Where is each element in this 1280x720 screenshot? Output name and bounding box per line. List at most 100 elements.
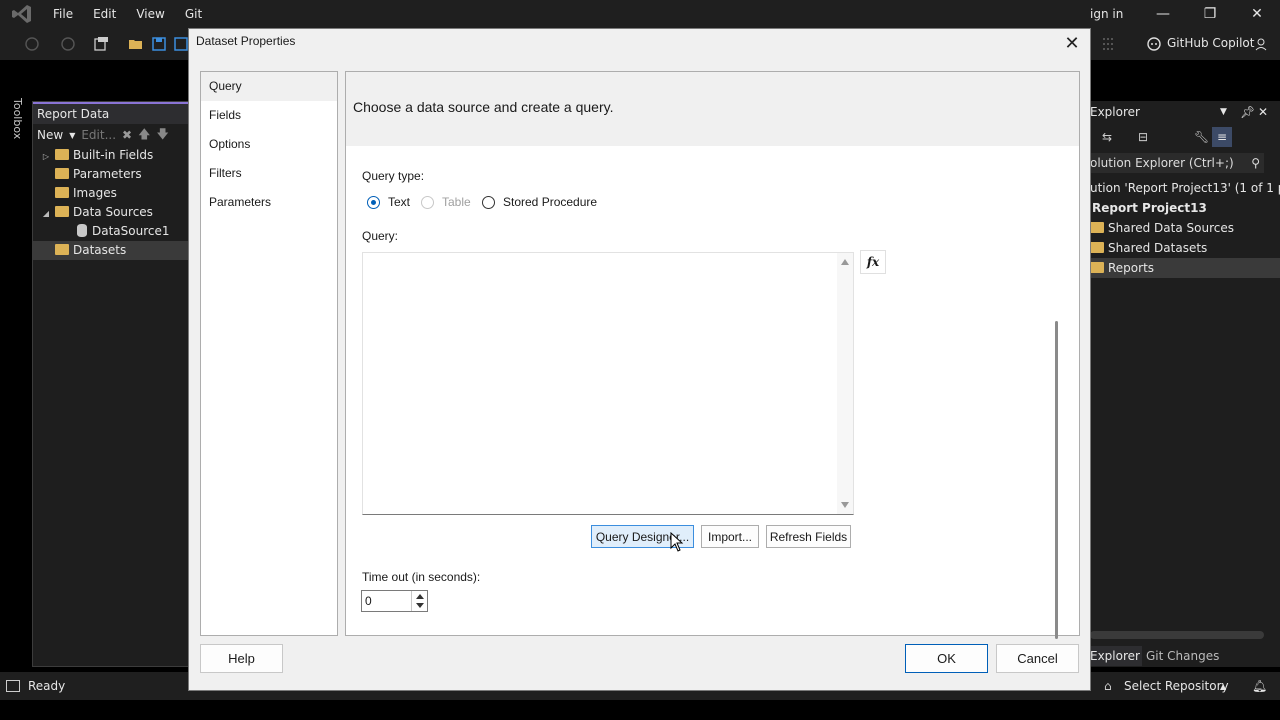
solution-node[interactable]: ution 'Report Project13' (1 of 1 pro xyxy=(1090,178,1280,198)
open-folder-icon[interactable] xyxy=(128,36,144,52)
notifications-icon[interactable]: 🔔︎ xyxy=(1252,679,1267,693)
solution-explorer-panel: Explorer ▼ 📌︎ ✕ ⇆ ⊟ 🔧︎ ≡ olution Explore… xyxy=(1090,101,1280,667)
tree-item[interactable]: Parameters xyxy=(33,165,191,184)
tree-item[interactable]: ▷ Built-in Fields xyxy=(33,146,191,165)
stepper-up-icon[interactable] xyxy=(416,594,424,599)
forward-icon[interactable] xyxy=(60,36,76,52)
save-all-icon[interactable] xyxy=(173,36,189,52)
repository-icon[interactable]: ⌂ xyxy=(1104,679,1112,693)
nav-item-parameters[interactable]: Parameters xyxy=(201,188,337,217)
tree-item[interactable]: DataSource1 xyxy=(33,222,191,241)
solution-search-input[interactable]: olution Explorer (Ctrl+;) ⚲ xyxy=(1090,153,1264,173)
ok-button[interactable]: OK xyxy=(905,644,988,673)
refresh-fields-button[interactable]: Refresh Fields xyxy=(766,525,851,548)
folder-icon xyxy=(55,187,69,198)
minimize-icon[interactable]: — xyxy=(1140,0,1186,28)
menu-edit[interactable]: Edit xyxy=(83,0,126,28)
tree-item-label: Built-in Fields xyxy=(73,148,154,162)
save-icon[interactable] xyxy=(151,36,167,52)
project-node[interactable]: Report Project13 xyxy=(1092,198,1207,218)
feedback-icon[interactable] xyxy=(1254,36,1270,52)
sign-in-link[interactable]: ign in xyxy=(1090,0,1123,28)
tree-item-label: Datasets xyxy=(73,243,127,257)
tree-item-label: Parameters xyxy=(73,167,142,181)
panel-dropdown-icon[interactable]: ▼ xyxy=(1220,102,1227,122)
preview-icon[interactable]: ≡ xyxy=(1212,127,1232,147)
tree-item[interactable]: Images xyxy=(33,184,191,203)
scroll-down-icon[interactable] xyxy=(841,502,849,508)
nav-item-filters[interactable]: Filters xyxy=(201,159,337,188)
folder-icon xyxy=(55,168,69,179)
properties-icon[interactable]: 🔧︎ xyxy=(1194,127,1209,147)
reports-node[interactable]: Reports xyxy=(1090,258,1280,278)
close-panel-icon[interactable]: ✕ xyxy=(1258,102,1268,122)
new-button[interactable]: New xyxy=(37,128,63,142)
copilot-icon[interactable] xyxy=(1146,36,1162,52)
scroll-up-icon[interactable] xyxy=(841,259,849,265)
collapse-icon[interactable]: ⊟ xyxy=(1138,127,1148,147)
folder-icon xyxy=(55,149,69,160)
close-window-icon[interactable]: ✕ xyxy=(1234,0,1280,28)
report-data-tree: ▷ Built-in Fields Parameters Images ◢ Data So… xyxy=(33,146,191,260)
expand-arrow-icon[interactable]: ◢ xyxy=(41,204,51,223)
expression-button[interactable]: fx xyxy=(860,250,886,274)
shared-data-sources-node[interactable]: Shared Data Sources xyxy=(1090,218,1234,238)
mouse-cursor-icon xyxy=(670,532,684,552)
shared-datasets-node[interactable]: Shared Datasets xyxy=(1090,238,1207,258)
nav-item-query[interactable]: Query xyxy=(201,72,337,101)
node-label: Shared Datasets xyxy=(1108,241,1208,255)
radio-label: Table xyxy=(442,195,471,209)
horizontal-scrollbar[interactable] xyxy=(1090,631,1264,639)
select-repository-button[interactable]: Select Repository xyxy=(1124,679,1229,693)
tree-item[interactable]: ◢ Data Sources xyxy=(33,203,191,222)
cancel-button[interactable]: Cancel xyxy=(996,644,1079,673)
stepper-down-icon[interactable] xyxy=(416,603,424,608)
nav-item-options[interactable]: Options xyxy=(201,130,337,159)
node-label: Reports xyxy=(1108,261,1155,275)
copilot-label[interactable]: GitHub Copilot xyxy=(1167,36,1254,50)
sync-icon[interactable]: ⇆ xyxy=(1102,127,1112,147)
node-label: Shared Data Sources xyxy=(1108,221,1234,235)
close-icon[interactable]: ✕ xyxy=(1060,31,1084,55)
pin-icon[interactable]: 📌︎ xyxy=(1240,102,1255,122)
menu-view[interactable]: View xyxy=(126,0,174,28)
timeout-stepper[interactable]: 0 xyxy=(361,590,428,612)
import-button[interactable]: Import... xyxy=(701,525,759,548)
new-project-icon[interactable] xyxy=(93,36,109,52)
dropdown-arrow-icon[interactable]: ▼ xyxy=(69,131,75,140)
menu-git[interactable]: Git xyxy=(175,0,212,28)
move-up-icon[interactable]: 🡅 xyxy=(138,125,150,146)
move-down-icon[interactable]: 🡇 xyxy=(156,125,168,146)
delete-icon[interactable]: ✖ xyxy=(122,128,132,142)
restore-icon[interactable]: ❐ xyxy=(1187,0,1233,28)
radio-label: Text xyxy=(388,195,411,209)
folder-icon xyxy=(1090,242,1104,253)
tree-item-label: DataSource1 xyxy=(92,224,170,238)
edit-button[interactable]: Edit... xyxy=(81,128,116,142)
visual-studio-logo-icon xyxy=(12,5,31,23)
radio-dot xyxy=(367,195,380,209)
page-header: Choose a data source and create a query. xyxy=(346,72,1079,146)
scrollbar-thumb[interactable] xyxy=(1055,321,1058,639)
menu-file[interactable]: File xyxy=(43,0,83,28)
radio-stored-procedure[interactable]: Stored Procedure xyxy=(482,195,597,209)
toolbox-tab[interactable]: Toolbox xyxy=(8,98,26,148)
folder-icon xyxy=(55,206,69,217)
stepper-arrows[interactable] xyxy=(411,591,427,611)
repo-arrow-icon[interactable]: ▲ xyxy=(1220,682,1226,691)
dataset-properties-dialog: Dataset Properties ✕ Query Fields Option… xyxy=(188,28,1091,691)
tab-git-changes[interactable]: Git Changes xyxy=(1146,646,1219,666)
page-scrollbar[interactable] xyxy=(1050,176,1064,639)
help-button[interactable]: Help xyxy=(200,644,283,673)
output-icon[interactable] xyxy=(6,680,20,692)
query-type-label: Query type: xyxy=(362,169,425,183)
expand-arrow-icon[interactable]: ▷ xyxy=(41,147,51,166)
query-textarea[interactable] xyxy=(362,252,854,515)
nav-item-fields[interactable]: Fields xyxy=(201,101,337,130)
back-icon[interactable] xyxy=(24,36,40,52)
query-scrollbar[interactable] xyxy=(837,253,853,514)
radio-text[interactable]: Text xyxy=(367,195,410,209)
tree-item[interactable]: Datasets xyxy=(33,241,191,260)
dialog-title: Dataset Properties xyxy=(196,34,296,48)
tab-solution-explorer[interactable]: Explorer xyxy=(1090,646,1142,666)
